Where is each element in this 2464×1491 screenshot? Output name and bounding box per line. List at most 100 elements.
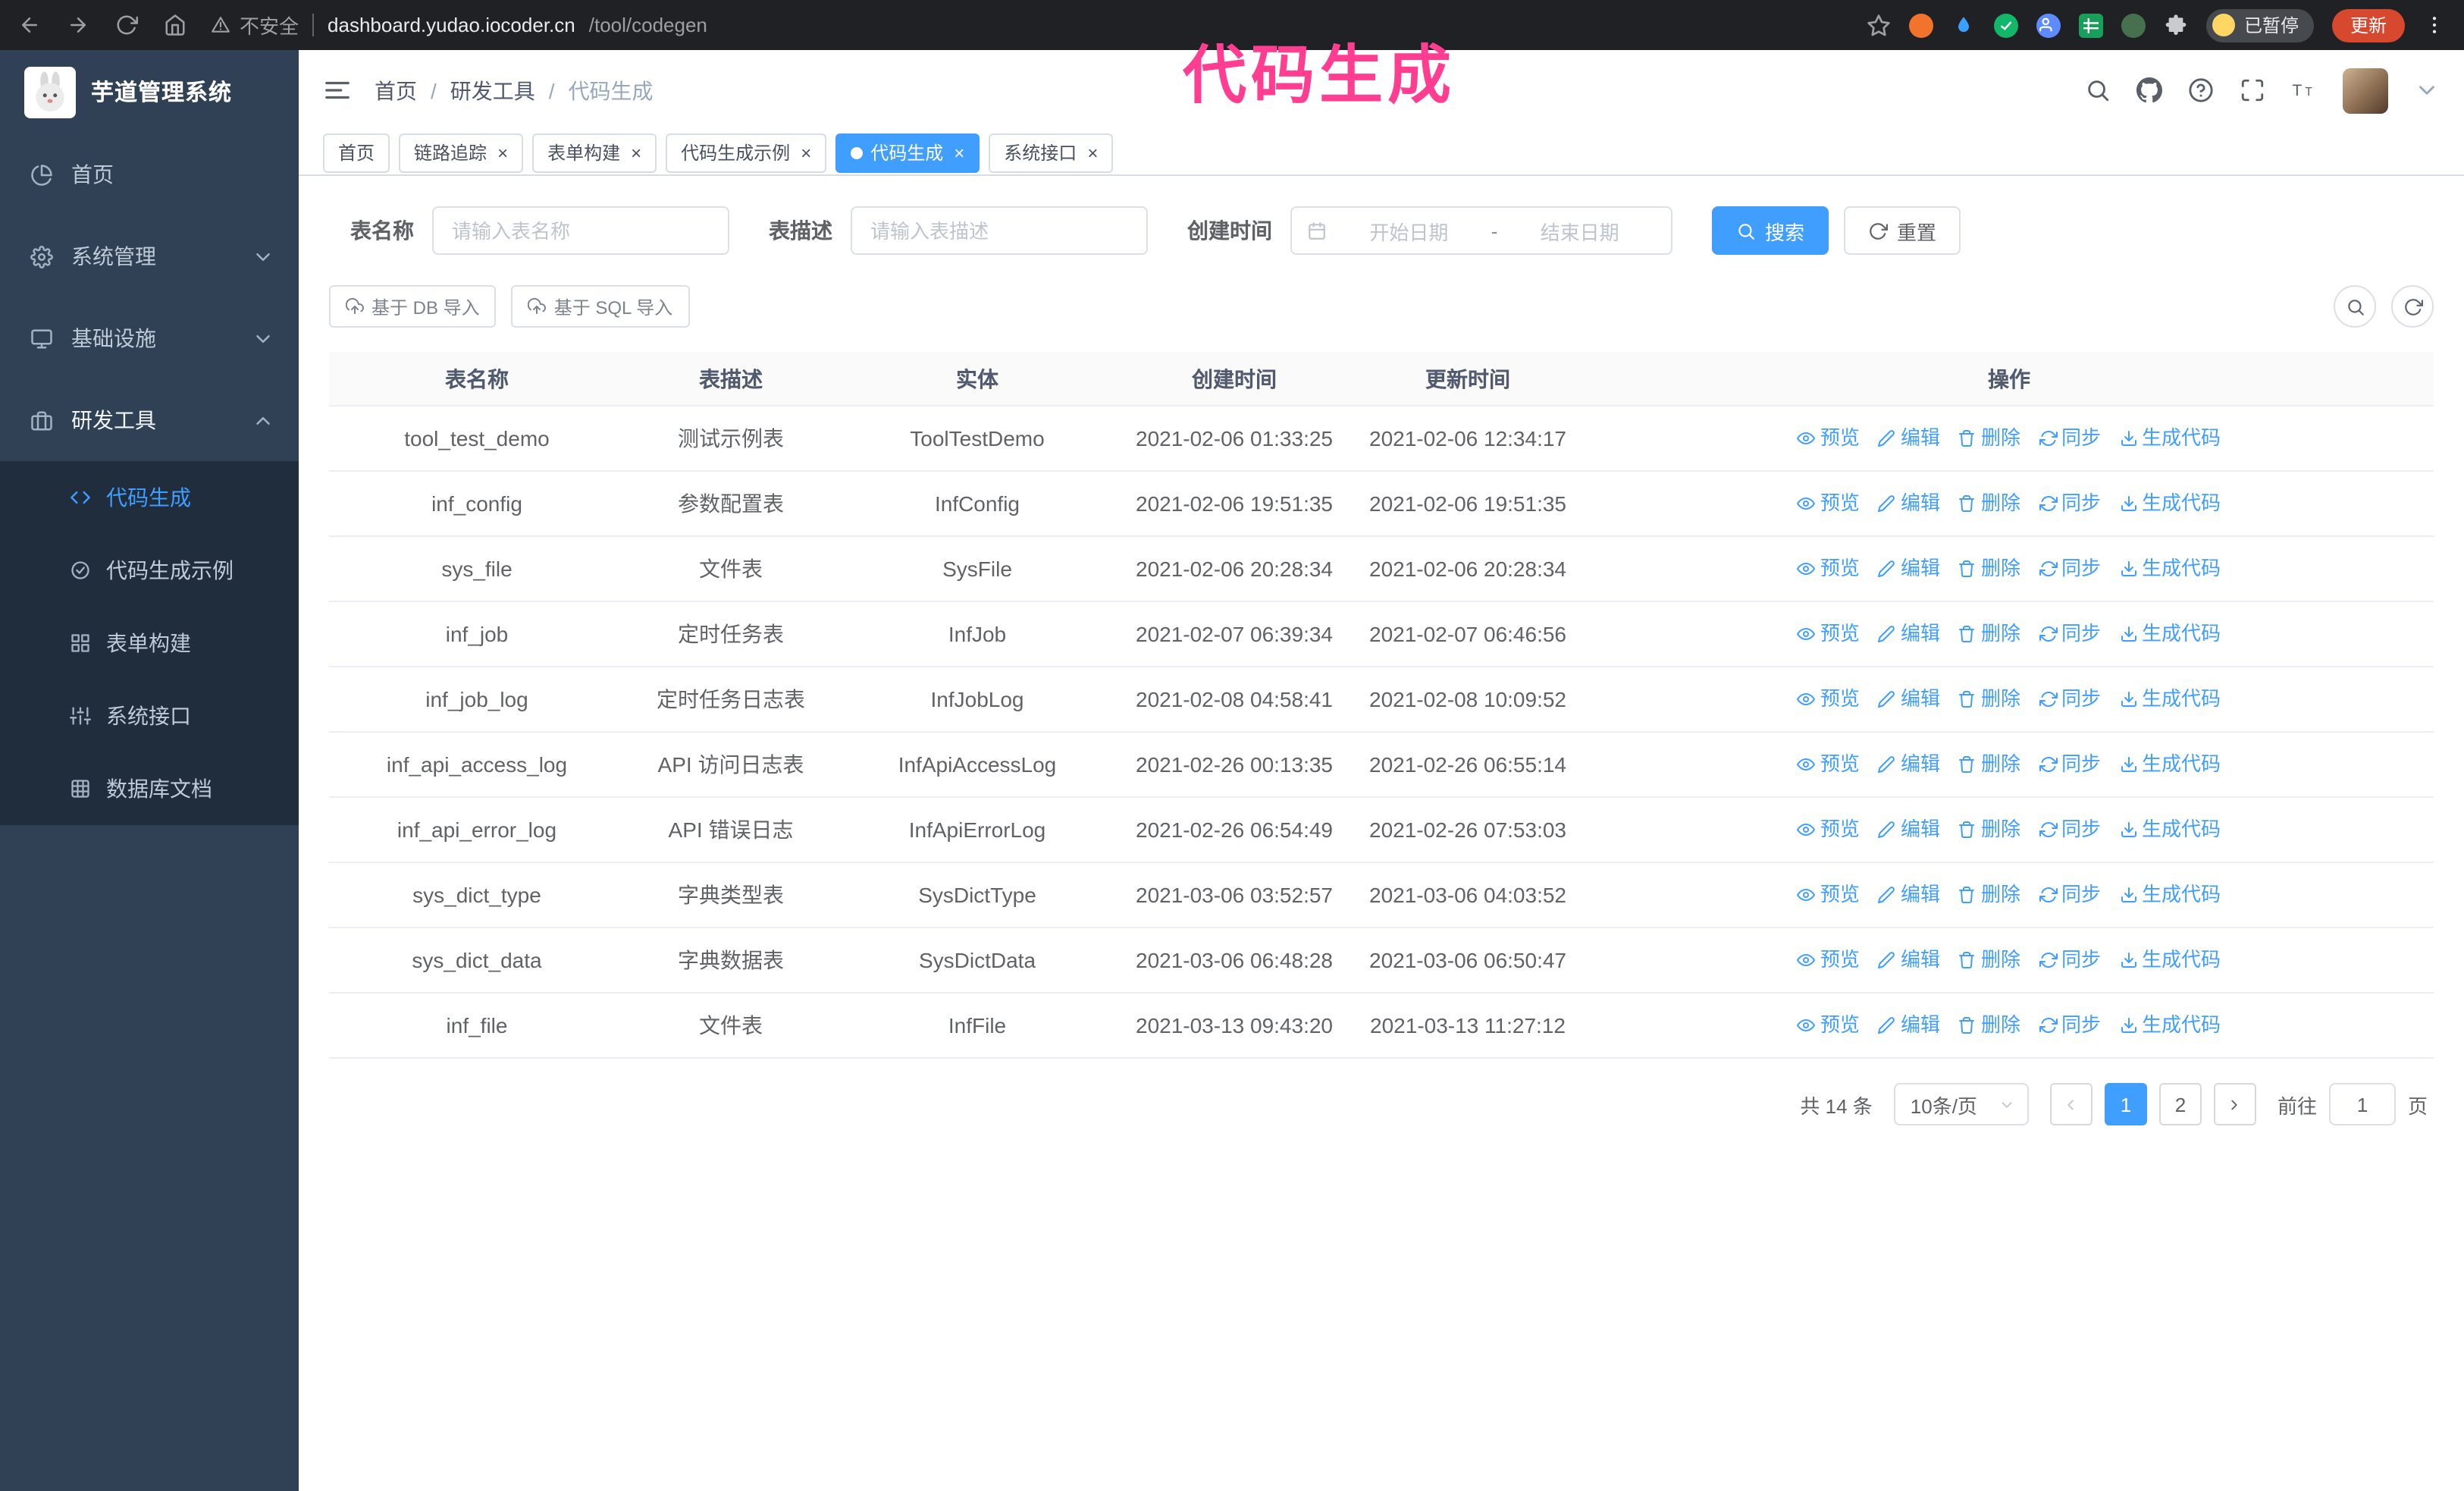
app-logo[interactable]: 芋道管理系统 <box>0 50 299 133</box>
back-icon[interactable] <box>18 14 41 36</box>
action-generate[interactable]: 生成代码 <box>2119 422 2221 455</box>
action-edit[interactable]: 编辑 <box>1878 487 1940 520</box>
action-generate[interactable]: 生成代码 <box>2119 683 2221 716</box>
orange-extension-icon[interactable] <box>1908 13 1933 37</box>
sidebar-item-form-builder[interactable]: 表单构建 <box>0 607 299 680</box>
action-preview[interactable]: 预览 <box>1797 552 1860 585</box>
action-edit[interactable]: 编辑 <box>1878 1009 1940 1042</box>
search-button[interactable]: 搜索 <box>1712 206 1829 255</box>
action-sync[interactable]: 同步 <box>2039 748 2101 781</box>
tab-系统接口[interactable]: 系统接口 × <box>989 133 1114 172</box>
breadcrumb-item[interactable]: 研发工具 <box>450 75 535 105</box>
sidebar-item-system[interactable]: 系统管理 <box>0 215 299 297</box>
action-generate[interactable]: 生成代码 <box>2119 813 2221 846</box>
action-sync[interactable]: 同步 <box>2039 1009 2101 1042</box>
font-size-icon[interactable]: TT <box>2291 77 2317 103</box>
action-edit[interactable]: 编辑 <box>1878 943 1940 977</box>
action-delete[interactable]: 删除 <box>1958 943 2020 977</box>
bookmark-star-icon[interactable] <box>1867 13 1891 37</box>
sidebar-item-infra[interactable]: 基础设施 <box>0 297 299 379</box>
action-sync[interactable]: 同步 <box>2039 878 2101 912</box>
action-generate[interactable]: 生成代码 <box>2119 878 2221 912</box>
github-icon[interactable] <box>2136 77 2162 103</box>
action-sync[interactable]: 同步 <box>2039 813 2101 846</box>
hamburger-icon[interactable] <box>323 76 352 105</box>
tab-close-icon[interactable]: × <box>631 142 641 163</box>
action-delete[interactable]: 删除 <box>1958 487 2020 520</box>
action-generate[interactable]: 生成代码 <box>2119 748 2221 781</box>
action-preview[interactable]: 预览 <box>1797 878 1860 912</box>
page-size-select[interactable]: 10条/页 <box>1893 1083 2029 1125</box>
show-search-button[interactable] <box>2334 285 2376 328</box>
action-preview[interactable]: 预览 <box>1797 617 1860 651</box>
action-edit[interactable]: 编辑 <box>1878 878 1940 912</box>
action-sync[interactable]: 同步 <box>2039 943 2101 977</box>
address-bar[interactable]: 不安全 dashboard.yudao.iocoder.cn/tool/code… <box>211 11 707 39</box>
sidebar-item-home[interactable]: 首页 <box>0 133 299 215</box>
action-sync[interactable]: 同步 <box>2039 617 2101 651</box>
search-icon[interactable] <box>2085 77 2111 103</box>
sidebar-item-system-api[interactable]: 系统接口 <box>0 680 299 752</box>
tab-代码生成示例[interactable]: 代码生成示例 × <box>666 133 827 172</box>
tab-close-icon[interactable]: × <box>497 142 508 163</box>
action-generate[interactable]: 生成代码 <box>2119 943 2221 977</box>
import-sql-button[interactable]: 基于 SQL 导入 <box>511 285 690 328</box>
action-generate[interactable]: 生成代码 <box>2119 487 2221 520</box>
next-page-button[interactable] <box>2213 1083 2256 1125</box>
user-avatar[interactable] <box>2343 67 2388 113</box>
reset-button[interactable]: 重置 <box>1844 206 1961 255</box>
tab-代码生成[interactable]: 代码生成 × <box>835 133 980 172</box>
action-generate[interactable]: 生成代码 <box>2119 1009 2221 1042</box>
update-button[interactable]: 更新 <box>2331 8 2405 42</box>
action-preview[interactable]: 预览 <box>1797 813 1860 846</box>
action-delete[interactable]: 删除 <box>1958 813 2020 846</box>
reload-icon[interactable] <box>115 14 138 36</box>
forward-icon[interactable] <box>67 14 89 36</box>
action-preview[interactable]: 预览 <box>1797 1009 1860 1042</box>
help-icon[interactable] <box>2188 77 2214 103</box>
action-preview[interactable]: 预览 <box>1797 943 1860 977</box>
sidebar-item-db-doc[interactable]: 数据库文档 <box>0 752 299 825</box>
tab-close-icon[interactable]: × <box>1087 142 1098 163</box>
date-range-picker[interactable]: 开始日期 - 结束日期 <box>1290 206 1672 255</box>
action-delete[interactable]: 删除 <box>1958 1009 2020 1042</box>
action-edit[interactable]: 编辑 <box>1878 617 1940 651</box>
action-generate[interactable]: 生成代码 <box>2119 617 2221 651</box>
tab-链路追踪[interactable]: 链路追踪 × <box>399 133 524 172</box>
action-delete[interactable]: 删除 <box>1958 422 2020 455</box>
action-sync[interactable]: 同步 <box>2039 422 2101 455</box>
tab-表单构建[interactable]: 表单构建 × <box>532 133 657 172</box>
action-delete[interactable]: 删除 <box>1958 617 2020 651</box>
fullscreen-icon[interactable] <box>2240 77 2265 103</box>
action-preview[interactable]: 预览 <box>1797 487 1860 520</box>
sidebar-item-codegen[interactable]: 代码生成 <box>0 461 299 534</box>
tab-close-icon[interactable]: × <box>801 142 811 163</box>
import-db-button[interactable]: 基于 DB 导入 <box>329 285 497 328</box>
action-generate[interactable]: 生成代码 <box>2119 552 2221 585</box>
action-delete[interactable]: 删除 <box>1958 552 2020 585</box>
action-sync[interactable]: 同步 <box>2039 487 2101 520</box>
check-extension-icon[interactable] <box>1993 13 2018 37</box>
drop-extension-icon[interactable] <box>1951 13 1976 37</box>
grid-extension-icon[interactable] <box>2078 13 2103 37</box>
menu-kebab-icon[interactable] <box>2423 14 2446 36</box>
action-preview[interactable]: 预览 <box>1797 748 1860 781</box>
table-name-input[interactable] <box>432 206 729 255</box>
tab-close-icon[interactable]: × <box>954 142 964 163</box>
prev-page-button[interactable] <box>2049 1083 2093 1125</box>
table-desc-input[interactable] <box>851 206 1148 255</box>
leaf-extension-icon[interactable] <box>2121 13 2146 37</box>
action-sync[interactable]: 同步 <box>2039 683 2101 716</box>
paused-badge[interactable]: 已暂停 <box>2205 8 2314 42</box>
action-edit[interactable]: 编辑 <box>1878 813 1940 846</box>
action-edit[interactable]: 编辑 <box>1878 748 1940 781</box>
action-delete[interactable]: 删除 <box>1958 748 2020 781</box>
action-edit[interactable]: 编辑 <box>1878 422 1940 455</box>
tab-首页[interactable]: 首页 <box>323 133 390 172</box>
refresh-table-button[interactable] <box>2391 285 2434 328</box>
avatar-caret-icon[interactable] <box>2414 77 2440 103</box>
page-button-1[interactable]: 1 <box>2104 1083 2147 1125</box>
action-edit[interactable]: 编辑 <box>1878 683 1940 716</box>
sidebar-item-codegen-example[interactable]: 代码生成示例 <box>0 534 299 607</box>
users-extension-icon[interactable] <box>2036 13 2061 37</box>
